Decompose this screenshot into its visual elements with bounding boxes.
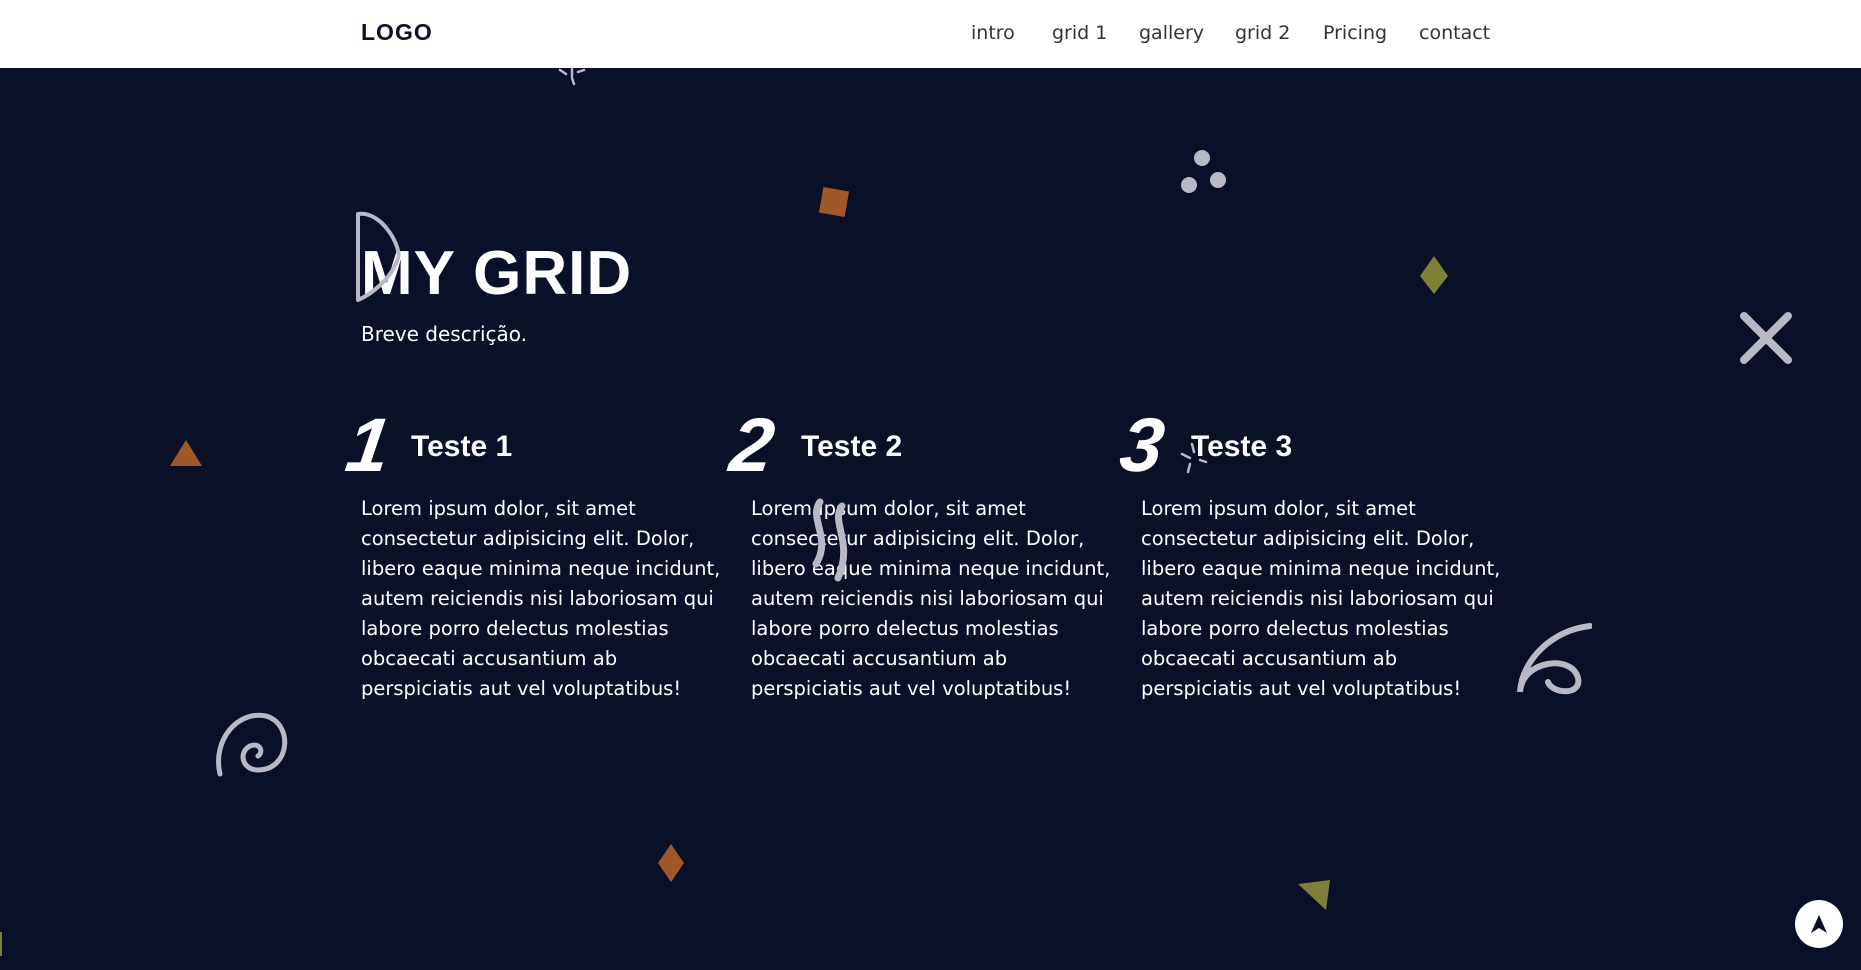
orange-square-icon bbox=[818, 186, 850, 218]
column-text: Lorem ipsum dolor, sit amet consectetur … bbox=[1141, 497, 1501, 700]
orange-triangle-icon bbox=[170, 440, 202, 466]
nav-link-gallery[interactable]: gallery bbox=[1139, 22, 1204, 44]
squiggle-icon bbox=[812, 498, 848, 582]
page-subtitle: Breve descrição. bbox=[361, 322, 527, 346]
scroll-to-top-button[interactable] bbox=[1795, 900, 1843, 948]
spiral-icon bbox=[216, 712, 288, 777]
half-oval-icon bbox=[356, 211, 401, 302]
edge-marker bbox=[0, 932, 2, 956]
dots-icon bbox=[1181, 150, 1226, 193]
column-title: Teste 2 bbox=[801, 430, 903, 463]
nav-link-contact[interactable]: contact bbox=[1419, 22, 1490, 44]
olive-triangle-icon bbox=[1298, 880, 1330, 910]
sparkle-small-icon bbox=[1180, 442, 1208, 474]
close-x-icon bbox=[1740, 312, 1792, 364]
column-title: Teste 1 bbox=[411, 430, 513, 463]
nav-link-grid-2[interactable]: grid 2 bbox=[1235, 22, 1290, 44]
column-text: Lorem ipsum dolor, sit amet consectetur … bbox=[361, 497, 721, 700]
loop-curl-icon bbox=[1517, 623, 1592, 695]
arrow-up-icon bbox=[1811, 915, 1827, 933]
nav-link-intro[interactable]: intro bbox=[971, 22, 1015, 44]
nav-link-pricing[interactable]: Pricing bbox=[1323, 22, 1387, 44]
logo[interactable]: LOGO bbox=[361, 19, 433, 46]
navbar: LOGO intro grid 1 gallery grid 2 Pricing… bbox=[0, 0, 1861, 68]
olive-diamond-icon bbox=[1420, 256, 1448, 294]
orange-diamond-icon bbox=[658, 844, 684, 882]
nav-link-grid-1[interactable]: grid 1 bbox=[1052, 22, 1107, 44]
